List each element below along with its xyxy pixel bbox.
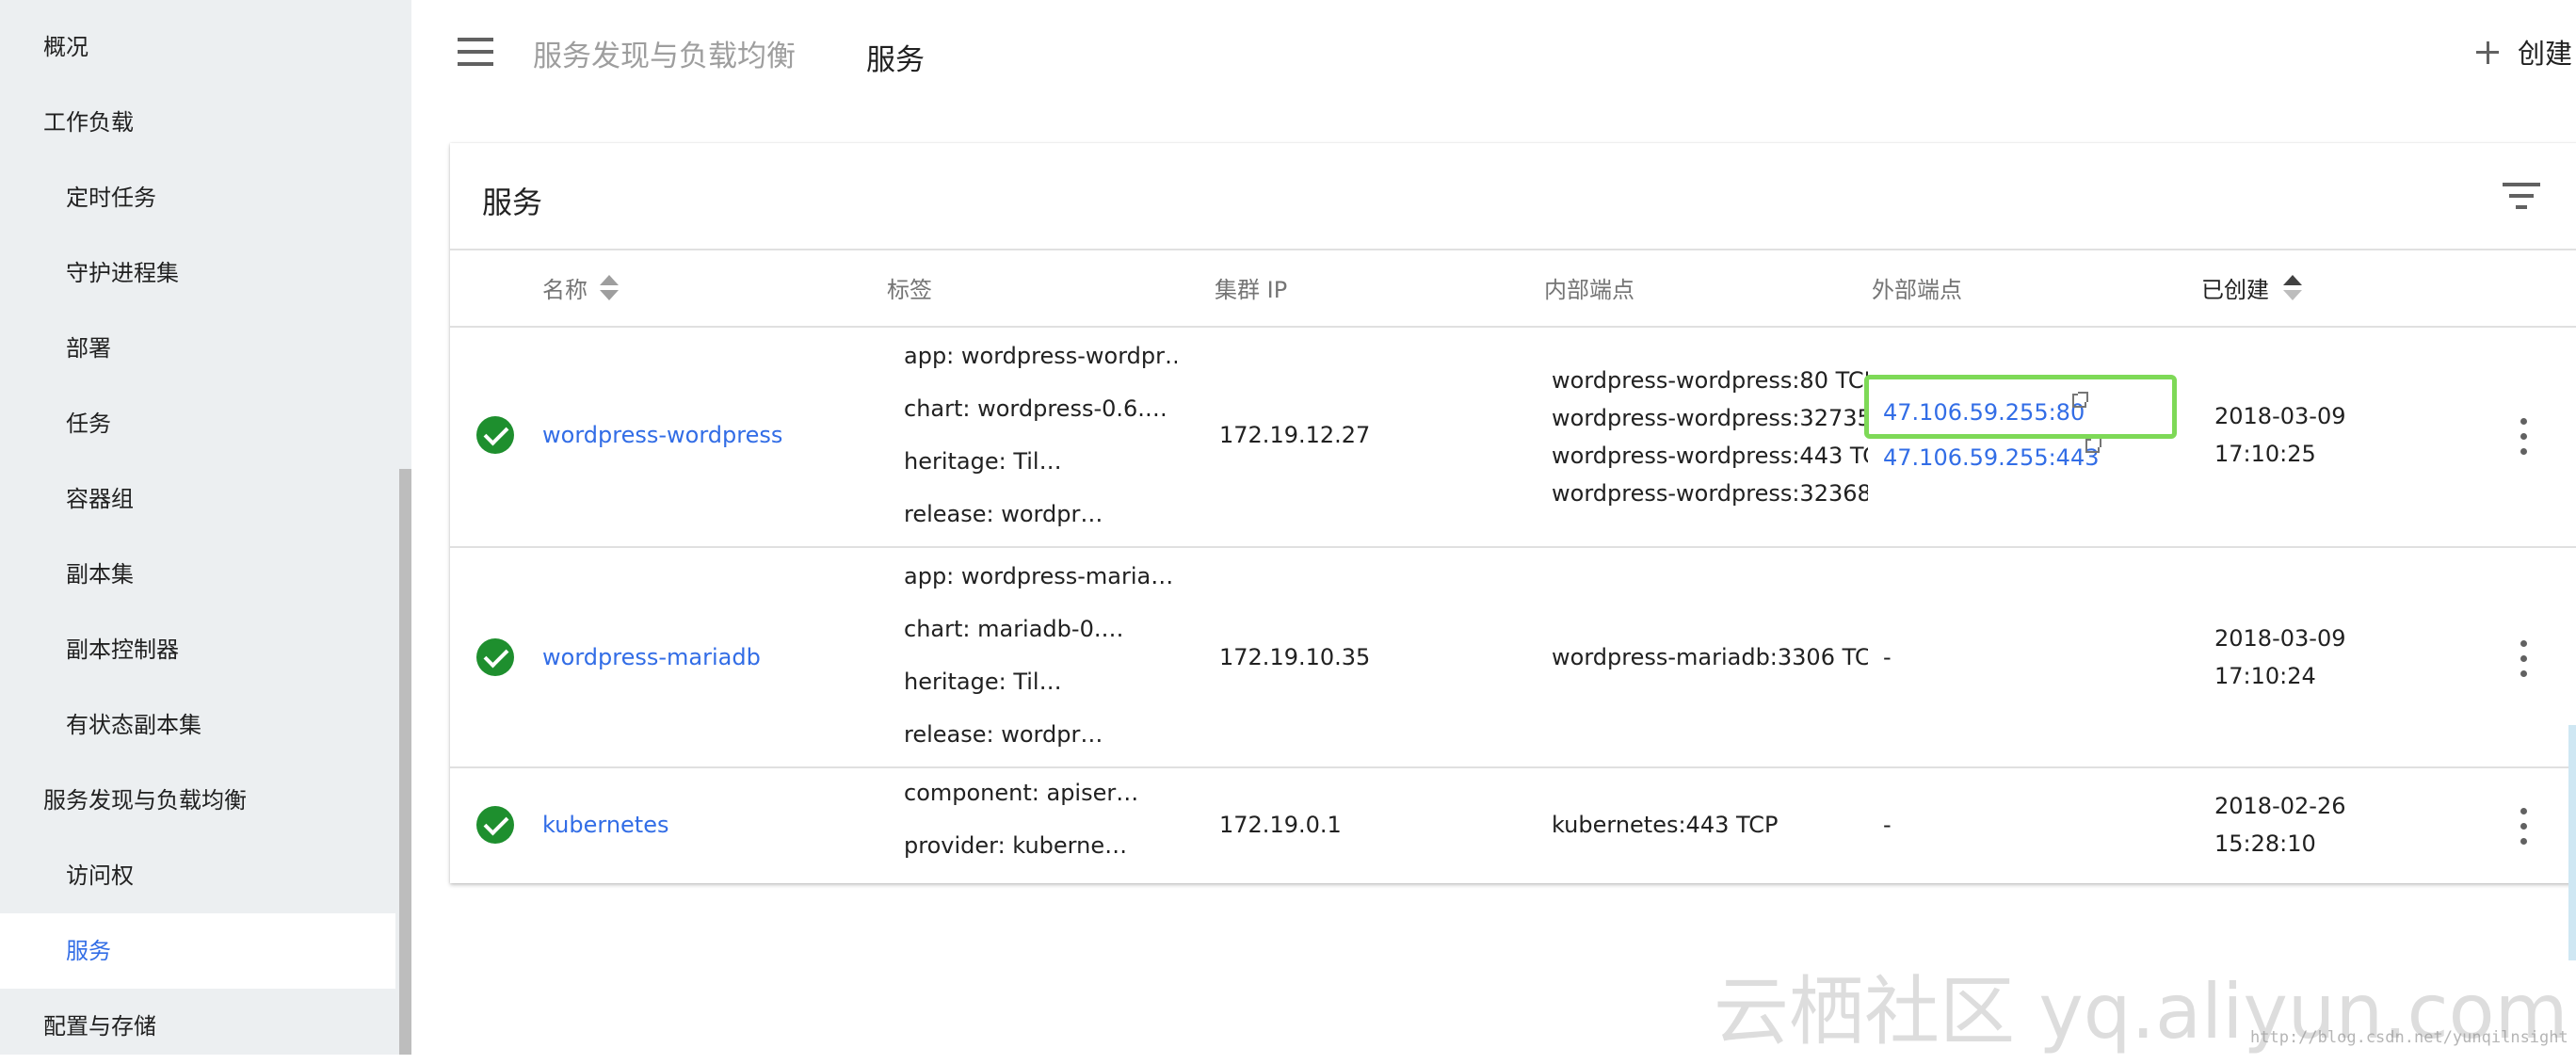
page-title: 服务: [866, 43, 925, 77]
column-header-name[interactable]: 名称: [542, 271, 588, 304]
table-row: wordpress-wordpress app: wordpress-wordp…: [450, 328, 2576, 546]
highlight-box: [1864, 375, 2177, 439]
sort-icon[interactable]: [599, 275, 620, 303]
created-time: 17:10:25: [2214, 441, 2316, 467]
sidebar-item-replicasets[interactable]: 副本集: [0, 537, 395, 612]
sidebar-item-label: 副本集: [66, 561, 134, 588]
sidebar-item-ingresses[interactable]: 访问权: [0, 838, 395, 913]
cluster-ip: 172.19.0.1: [1219, 812, 1342, 838]
sidebar-item-label: 服务: [66, 938, 111, 964]
created-date: 2018-03-09: [2214, 625, 2346, 652]
service-name-link[interactable]: wordpress-mariadb: [542, 644, 761, 670]
column-header-external-endpoints: 外部端点: [1872, 277, 1962, 303]
label-item: app: wordpress-maria…: [904, 563, 1174, 589]
sidebar-item-cronjobs[interactable]: 定时任务: [0, 160, 395, 235]
cluster-ip: 172.19.12.27: [1219, 422, 1371, 448]
sidebar-item-daemonsets[interactable]: 守护进程集: [0, 235, 395, 311]
external-endpoint-empty: -: [1883, 644, 1892, 670]
create-button-label: 创建: [2518, 38, 2573, 70]
service-name-link[interactable]: wordpress-wordpress: [542, 422, 782, 448]
sidebar-item-label: 概况: [43, 34, 89, 60]
table-row: kubernetes component: apiser… provider: …: [450, 768, 2576, 883]
watermark-url: http://blog.csdn.net/yunqilnsight: [2250, 1028, 2568, 1047]
table-row: wordpress-mariadb app: wordpress-maria… …: [450, 548, 2576, 766]
sidebar-item-label: 有状态副本集: [66, 712, 201, 738]
label-item: app: wordpress-wordpr…: [904, 343, 1177, 369]
sidebar-item-overview[interactable]: 概况: [0, 9, 395, 85]
sidebar: 概况 工作负载 定时任务 守护进程集 部署 任务 容器组 副本集 副本控制器 有…: [0, 0, 411, 1055]
internal-endpoint: wordpress-mariadb:3306 TCI: [1552, 644, 1868, 670]
sidebar-item-replicationcontrollers[interactable]: 副本控制器: [0, 612, 395, 687]
internal-endpoint: kubernetes:443 TCP: [1552, 812, 1779, 838]
label-item: chart: wordpress-0.6.…: [904, 395, 1167, 422]
sidebar-item-deployments[interactable]: 部署: [0, 311, 395, 386]
internal-endpoint: wordpress-wordpress:80 TCP: [1552, 367, 1868, 394]
more-vert-icon[interactable]: [2514, 638, 2535, 680]
column-header-labels: 标签: [887, 277, 932, 303]
sidebar-item-services[interactable]: 服务: [0, 913, 395, 989]
sidebar-item-pods[interactable]: 容器组: [0, 461, 395, 537]
menu-icon[interactable]: [458, 38, 493, 66]
cluster-ip: 172.19.10.35: [1219, 644, 1371, 670]
more-vert-icon[interactable]: [2514, 806, 2535, 847]
sidebar-item-label: 工作负载: [43, 109, 134, 136]
sidebar-item-workloads[interactable]: 工作负载: [0, 85, 395, 160]
created-time: 17:10:24: [2214, 663, 2316, 689]
check-circle-icon: [476, 638, 514, 676]
label-item: provider: kuberne…: [904, 832, 1128, 859]
sidebar-item-label: 服务发现与负载均衡: [43, 787, 247, 814]
sidebar-item-label: 部署: [66, 335, 111, 362]
external-endpoint-empty: -: [1883, 812, 1892, 838]
card-title: 服务: [482, 185, 543, 220]
column-header-cluster-ip: 集群 IP: [1215, 277, 1288, 303]
sidebar-item-statefulsets[interactable]: 有状态副本集: [0, 687, 395, 763]
label-item: chart: mariadb-0.…: [904, 616, 1124, 642]
service-name-link[interactable]: kubernetes: [542, 812, 668, 838]
sidebar-item-discovery[interactable]: 服务发现与负载均衡: [0, 763, 395, 838]
internal-endpoint: wordpress-wordpress:32735: [1552, 405, 1868, 431]
label-item: heritage: Til…: [904, 669, 1062, 695]
label-item: release: wordpr…: [904, 721, 1103, 748]
breadcrumb-parent[interactable]: 服务发现与负载均衡: [533, 32, 796, 74]
filter-icon[interactable]: [2503, 183, 2540, 211]
column-header-created[interactable]: 已创建: [2201, 271, 2269, 304]
sidebar-scrollbar[interactable]: [399, 469, 411, 1055]
check-circle-icon: [476, 806, 514, 844]
sidebar-item-label: 定时任务: [66, 185, 156, 211]
services-card: 服务 名称 标签 集群 IP 内部端点 外部端点 已创建 wordpress-w…: [450, 143, 2576, 883]
sort-icon[interactable]: [2282, 275, 2303, 303]
created-date: 2018-02-26: [2214, 793, 2346, 819]
sidebar-item-label: 任务: [66, 411, 111, 437]
created-time: 15:28:10: [2214, 830, 2316, 857]
check-circle-icon: [476, 416, 514, 454]
sidebar-item-jobs[interactable]: 任务: [0, 386, 395, 461]
label-item: release: wordpr…: [904, 501, 1103, 527]
open-in-new-icon[interactable]: [2085, 437, 2101, 453]
label-item: component: apiser…: [904, 780, 1139, 806]
label-item: heritage: Til…: [904, 448, 1062, 475]
sidebar-item-label: 守护进程集: [66, 260, 179, 286]
internal-endpoint: wordpress-wordpress:443 TC: [1552, 443, 1868, 469]
sidebar-item-label: 访问权: [66, 862, 134, 889]
sidebar-item-label: 容器组: [66, 486, 134, 512]
plus-icon: [2467, 30, 2508, 72]
sidebar-item-config-storage[interactable]: 配置与存储: [0, 989, 395, 1064]
sidebar-item-label: 副本控制器: [66, 637, 179, 663]
external-endpoint-link[interactable]: 47.106.59.255:443: [1883, 444, 2099, 471]
divider: [450, 249, 2576, 250]
created-date: 2018-03-09: [2214, 403, 2346, 429]
sidebar-item-label: 配置与存储: [43, 1013, 156, 1040]
page-scrollbar[interactable]: [2568, 725, 2576, 960]
more-vert-icon[interactable]: [2514, 416, 2535, 458]
internal-endpoint: wordpress-wordpress:32368: [1552, 480, 1868, 507]
column-header-internal-endpoints: 内部端点: [1544, 277, 1634, 303]
